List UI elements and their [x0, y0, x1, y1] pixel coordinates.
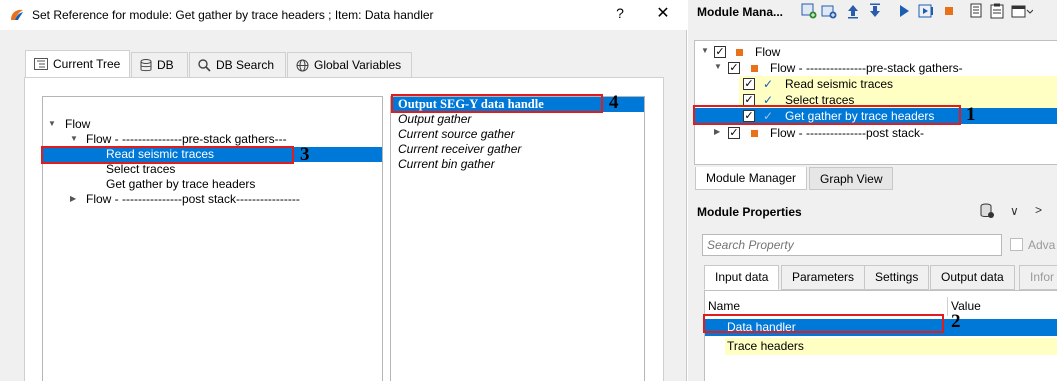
module-manager-title: Module Mana... — [697, 5, 784, 19]
tab-info[interactable]: Infor — [1019, 265, 1057, 290]
tab-graph-view[interactable]: Graph View — [809, 167, 894, 190]
mm-tree-item-flow[interactable]: Flow — [755, 44, 780, 60]
flow-tree-pane[interactable]: ▼ Flow ▼ Flow - ---------------pre-stack… — [42, 96, 383, 381]
magnifier-icon — [198, 58, 211, 72]
module-square-icon — [751, 65, 758, 72]
collapse-arrow-icon[interactable]: ▼ — [48, 119, 56, 128]
module-square-icon — [736, 49, 743, 56]
app-logo-icon — [11, 9, 23, 20]
tab-input-data[interactable]: Input data — [704, 265, 780, 290]
tab-global-variables[interactable]: Global Variables — [287, 52, 412, 77]
advanced-label: Adva — [1028, 238, 1056, 252]
highlight-box-2 — [703, 314, 944, 333]
chevron-right-icon[interactable]: > — [1035, 203, 1042, 217]
tab-label: DB — [157, 58, 174, 72]
tab-output-data[interactable]: Output data — [930, 265, 1015, 290]
tab-parameters[interactable]: Parameters — [781, 265, 866, 290]
window-icon[interactable] — [1010, 3, 1034, 21]
dialog-titlebar: Set Reference for module: Get gather by … — [0, 0, 687, 30]
search-property-input[interactable] — [702, 234, 1002, 256]
module-manager-tree[interactable]: ▼ ✓ Flow ▼ ✓ Flow - ---------------pre-s… — [694, 40, 1057, 165]
properties-table: Name Value Data handler Trace headers — [704, 290, 1057, 381]
expand-arrow-icon[interactable]: ▶ — [70, 194, 76, 203]
run-icon[interactable] — [895, 3, 913, 21]
tab-label: DB Search — [216, 58, 275, 72]
mm-tree-item-prestack-flow[interactable]: Flow - ---------------pre-stack gathers- — [770, 60, 963, 76]
enabled-check-icon: ✓ — [763, 77, 774, 91]
advanced-checkbox[interactable] — [1010, 238, 1023, 251]
callout-1: 1 — [966, 104, 976, 125]
flow-checkbox[interactable]: ✓ — [714, 46, 726, 58]
tree-item-prestack-flow[interactable]: Flow - ---------------pre-stack gathers-… — [86, 132, 287, 147]
tab-db[interactable]: DB — [131, 52, 188, 77]
tree-item-poststack-flow[interactable]: Flow - ---------------post stack--------… — [86, 192, 300, 207]
column-header-name[interactable]: Name — [708, 298, 740, 315]
database-settings-icon[interactable] — [979, 203, 995, 222]
callout-2: 2 — [951, 311, 961, 332]
flow-checkbox[interactable]: ✓ — [728, 62, 740, 74]
handle-current-receiver-gather[interactable]: Current receiver gather — [391, 142, 644, 157]
collapse-arrow-icon[interactable]: ▼ — [714, 62, 722, 71]
add-module-icon[interactable] — [800, 3, 818, 21]
paste-icon[interactable] — [988, 3, 1006, 21]
expand-arrow-icon[interactable]: ▶ — [714, 127, 720, 136]
tab-label: Global Variables — [314, 58, 402, 72]
tree-item-flow[interactable]: Flow — [65, 117, 90, 132]
flow-checkbox[interactable]: ✓ — [728, 127, 740, 139]
highlight-box-4 — [391, 94, 603, 113]
tab-settings[interactable]: Settings — [864, 265, 930, 290]
callout-4: 4 — [609, 92, 619, 113]
handle-current-bin-gather[interactable]: Current bin gather — [391, 157, 644, 172]
right-panel: Module Mana... ▼ ✓ Flow ▼ ✓ Flow - -----… — [688, 0, 1057, 381]
mm-tree-item-poststack-flow[interactable]: Flow - ---------------post stack- — [770, 125, 924, 141]
tab-db-search[interactable]: DB Search — [189, 52, 286, 77]
handle-output-gather[interactable]: Output gather — [391, 112, 644, 127]
chevron-down-icon[interactable]: ∨ — [1010, 204, 1019, 218]
dialog-title: Set Reference for module: Get gather by … — [32, 8, 434, 22]
reference-dialog: Set Reference for module: Get gather by … — [0, 0, 687, 381]
close-button[interactable]: ✕ — [655, 3, 671, 23]
globe-icon — [296, 59, 309, 71]
tab-module-manager[interactable]: Module Manager — [695, 167, 808, 190]
tree-item-select-traces[interactable]: Select traces — [106, 162, 175, 177]
module-checkbox[interactable]: ✓ — [743, 78, 755, 90]
help-button[interactable]: ? — [613, 5, 627, 21]
highlight-box-3 — [41, 146, 294, 164]
collapse-arrow-icon[interactable]: ▼ — [70, 134, 78, 143]
column-divider — [947, 297, 948, 316]
move-down-icon[interactable] — [866, 3, 884, 21]
move-up-icon[interactable] — [844, 3, 862, 21]
highlight-box-1 — [693, 105, 961, 125]
module-properties-title: Module Properties — [697, 205, 802, 219]
handle-current-source-gather[interactable]: Current source gather — [391, 127, 644, 142]
step-icon[interactable] — [917, 3, 935, 21]
add-flow-icon[interactable] — [820, 3, 838, 21]
callout-3: 3 — [300, 144, 310, 165]
module-square-icon — [751, 130, 758, 137]
tree-icon — [34, 58, 48, 70]
database-icon — [140, 58, 152, 71]
property-row-trace-headers[interactable]: Trace headers — [725, 338, 1057, 355]
tab-label: Current Tree — [53, 57, 121, 71]
collapse-arrow-icon[interactable]: ▼ — [701, 46, 709, 55]
mm-tree-row-read[interactable]: ✓ ✓ Read seismic traces — [739, 76, 1057, 92]
tab-current-tree[interactable]: Current Tree — [25, 50, 130, 77]
tree-item-get-gather[interactable]: Get gather by trace headers — [106, 177, 255, 192]
stop-icon[interactable] — [940, 3, 958, 21]
data-handles-pane[interactable]: Output SEG-Y data handle Output gather C… — [390, 96, 645, 381]
copy-icon[interactable] — [967, 3, 985, 21]
mm-tree-item-read-seismic-traces: Read seismic traces — [785, 77, 894, 91]
